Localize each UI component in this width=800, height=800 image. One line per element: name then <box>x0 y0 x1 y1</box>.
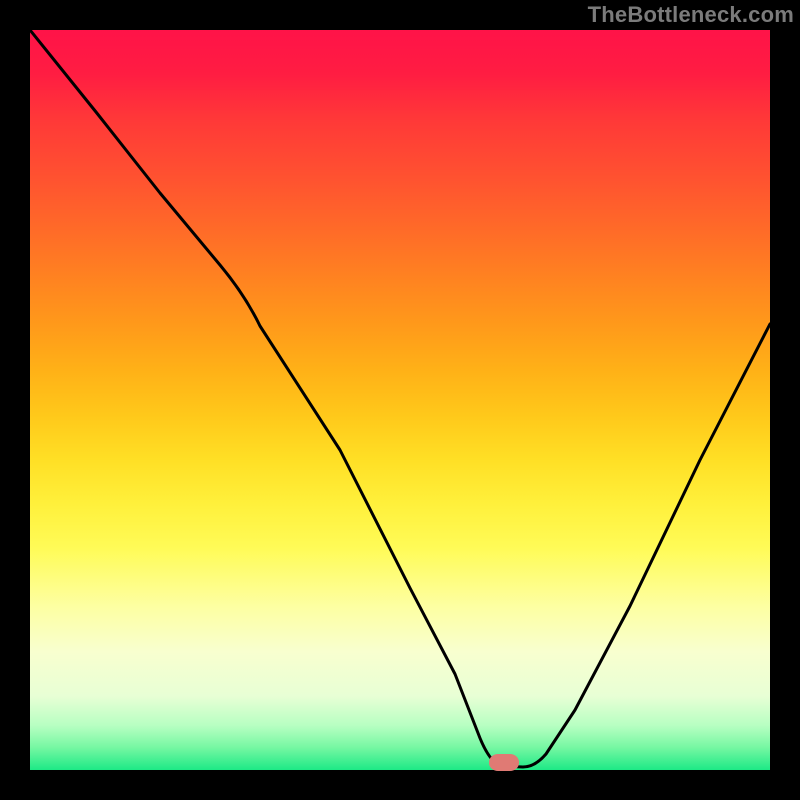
bottleneck-curve <box>30 30 770 770</box>
optimum-marker <box>489 754 519 771</box>
attribution-text: TheBottleneck.com <box>588 2 794 28</box>
curve-path <box>30 30 770 767</box>
chart-frame: TheBottleneck.com <box>0 0 800 800</box>
plot-area <box>30 30 770 770</box>
